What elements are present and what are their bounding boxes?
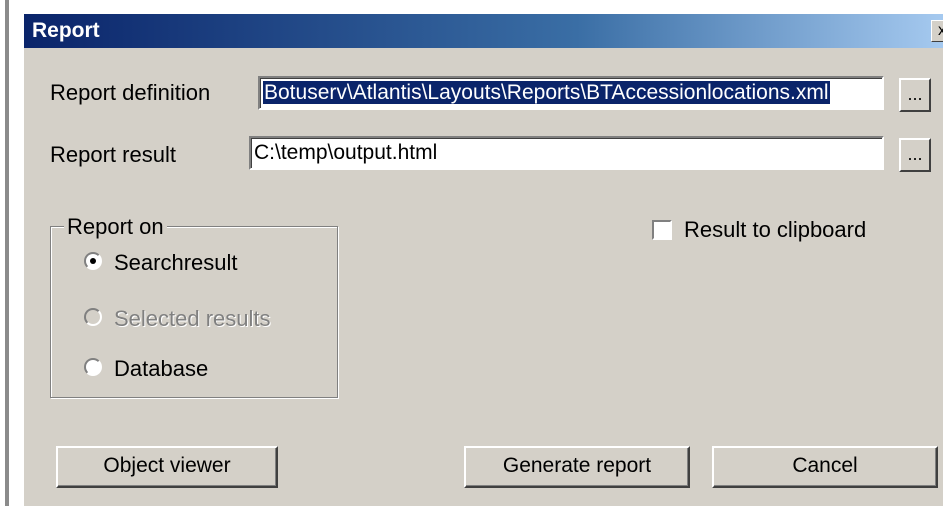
- object-viewer-button[interactable]: Object viewer: [56, 446, 278, 488]
- radio-selected-dot: [90, 258, 96, 264]
- database-label[interactable]: Database: [114, 356, 208, 382]
- report-result-browse-button[interactable]: ...: [899, 138, 931, 172]
- background-window-edge: [0, 0, 14, 506]
- searchresult-label[interactable]: Searchresult: [114, 250, 238, 276]
- cancel-button[interactable]: Cancel: [712, 446, 938, 488]
- result-to-clipboard-label[interactable]: Result to clipboard: [684, 217, 866, 243]
- generate-report-button[interactable]: Generate report: [464, 446, 690, 488]
- report-definition-field[interactable]: Botuserv\Atlantis\Layouts\Reports\BTAcce…: [258, 76, 884, 110]
- report-result-label: Report result: [50, 142, 176, 167]
- result-to-clipboard-checkbox[interactable]: [652, 220, 672, 240]
- report-definition-value: Botuserv\Atlantis\Layouts\Reports\BTAcce…: [263, 81, 830, 104]
- searchresult-radio[interactable]: [84, 252, 102, 270]
- window-title: Report: [32, 19, 100, 42]
- report-definition-browse-button[interactable]: ...: [899, 78, 931, 112]
- report-result-field[interactable]: C:\temp\output.html: [249, 136, 884, 170]
- report-result-value: C:\temp\output.html: [254, 141, 438, 164]
- close-button[interactable]: x: [931, 20, 943, 42]
- selected-results-label: Selected results: [114, 306, 271, 331]
- background-window-border: [5, 0, 9, 506]
- selected-results-radio: [84, 308, 102, 326]
- title-bar[interactable]: Report x: [24, 14, 943, 48]
- report-definition-label: Report definition: [50, 80, 211, 105]
- database-radio[interactable]: [84, 358, 102, 376]
- report-on-legend: Report on: [64, 214, 167, 240]
- report-dialog: Report x Report definition Botuserv\Atla…: [22, 12, 943, 506]
